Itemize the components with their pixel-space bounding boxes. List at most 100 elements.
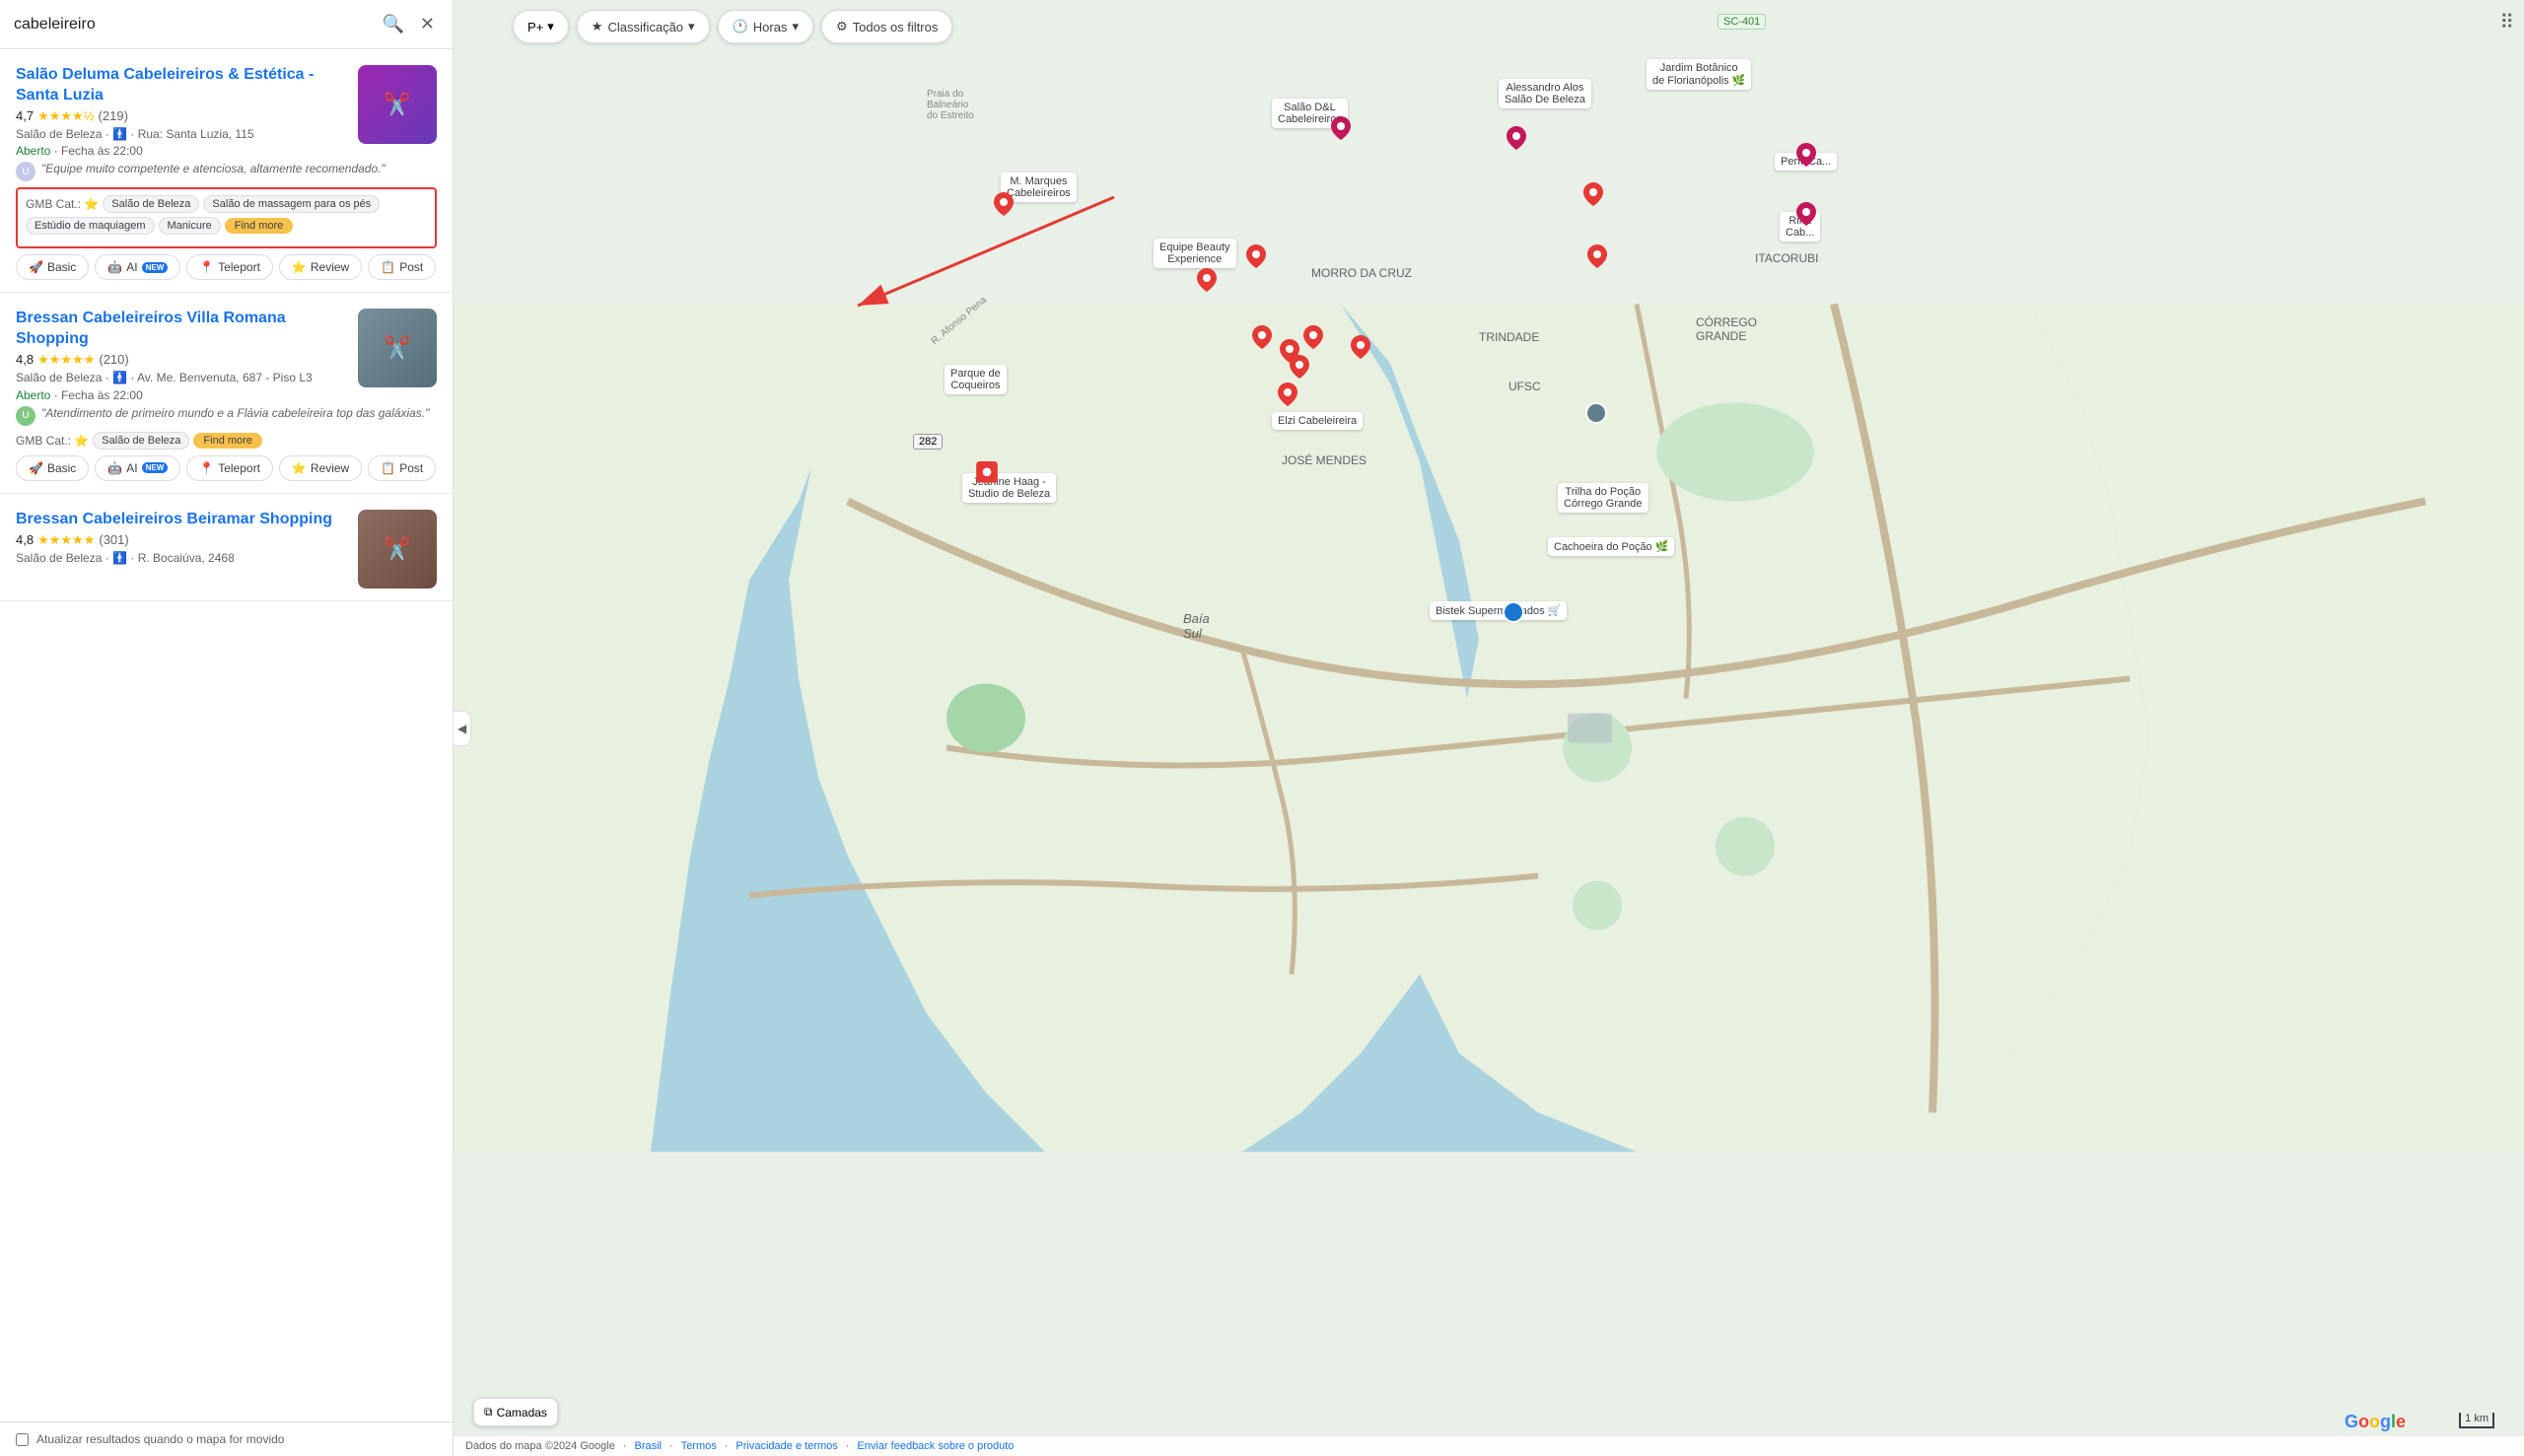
map-pin-center4[interactable] <box>1303 325 1323 349</box>
rating-count-1: (219) <box>99 108 128 123</box>
ai-btn-1[interactable]: 🤖AINEW <box>95 254 180 280</box>
result-card-bressan-villa[interactable]: Bressan Cabeleireiros Villa Romana Shopp… <box>0 293 453 493</box>
map-pin-center6[interactable] <box>1351 335 1370 359</box>
routing-options-button[interactable]: P+ ▾ <box>513 10 569 43</box>
card-meta-3: Salão de Beleza · 🚹 · R. Bocaiúva, 2468 <box>16 550 348 567</box>
map-pin-center5[interactable] <box>1290 355 1309 379</box>
result-card-salao-deluma[interactable]: Salão Deluma Cabeleireiros & Estética - … <box>0 49 453 293</box>
scale-bar: 1 km <box>2459 1413 2494 1428</box>
map-footer: Dados do mapa ©2024 Google · Brasil · Te… <box>454 1436 2524 1456</box>
map-pin-ufsc[interactable] <box>1585 402 1607 424</box>
update-results-label: Atualizar resultados quando o mapa for m… <box>36 1432 284 1446</box>
map-pin-perfil[interactable] <box>1796 143 1816 167</box>
map-pin-mid1[interactable] <box>1583 182 1603 206</box>
ai-btn-2[interactable]: 🤖AINEW <box>95 455 180 481</box>
find-more-button-1[interactable]: Find more <box>225 218 294 234</box>
tag-badge-1-2: Estúdio de maquiagem <box>26 217 155 235</box>
map-pin-jeanine[interactable] <box>976 461 998 487</box>
layers-icon: ⧉ <box>484 1405 493 1420</box>
map-svg <box>454 0 2524 1456</box>
update-results-checkbox[interactable] <box>16 1433 29 1446</box>
map-area: ◀ P+ ▾ <box>454 0 2524 1456</box>
review-btn-2[interactable]: ⭐Review <box>279 455 362 481</box>
rating-count-2: (210) <box>99 352 128 367</box>
card-title-2: Bressan Cabeleireiros Villa Romana Shopp… <box>16 309 348 350</box>
card-thumb-2: ✂️ <box>358 309 437 387</box>
routing-icon: P+ <box>527 20 543 35</box>
result-card-bressan-beiramar[interactable]: Bressan Cabeleireiros Beiramar Shopping … <box>0 494 453 601</box>
clock-icon: 🕐 <box>733 19 748 35</box>
footer-checkbox-bar: Atualizar resultados quando o mapa for m… <box>0 1421 453 1456</box>
card-status-2: Aberto · Fecha às 22:00 <box>16 388 348 402</box>
card-title-1: Salão Deluma Cabeleireiros & Estética - … <box>16 65 348 106</box>
card-rating-2: 4,8 ★★★★★ (210) <box>16 352 348 368</box>
stars-2: ★★★★★ <box>37 352 95 368</box>
card-status-1: Aberto · Fecha às 22:00 <box>16 144 348 158</box>
card-meta-2: Salão de Beleza · 🚹 · Av. Me. Benvenuta,… <box>16 370 348 386</box>
tag-badge-1-1: Salão de massagem para os pés <box>203 195 380 213</box>
clear-search-button[interactable]: ✕ <box>416 10 439 38</box>
map-pin-bistek[interactable] <box>1503 601 1524 623</box>
post-btn-1[interactable]: 📋Post <box>368 254 436 280</box>
map-pin-marques[interactable] <box>994 192 1014 216</box>
results-list: Salão Deluma Cabeleireiros & Estética - … <box>0 49 453 1421</box>
card-rating-1: 4,7 ★★★★½ (219) <box>16 108 348 124</box>
gmb-tags-2: GMB Cat.: ⭐ Salão de Beleza Find more <box>16 432 437 450</box>
highlight-box-1: GMB Cat.: ⭐ Salão de Beleza Salão de mas… <box>16 187 437 248</box>
action-buttons-2: 🚀Basic 🤖AINEW 📍Teleport ⭐Review 📋Post <box>16 455 437 481</box>
footer-separator-4: · <box>846 1440 850 1452</box>
map-pin-alessandro[interactable] <box>1507 126 1526 150</box>
layers-button[interactable]: ⧉ Camadas <box>473 1398 558 1426</box>
map-pin-elzi[interactable] <box>1278 382 1297 406</box>
search-input[interactable] <box>14 16 370 34</box>
tag-badge-1-0: Salão de Beleza <box>103 195 199 213</box>
tag-badge-2-0: Salão de Beleza <box>93 432 189 450</box>
post-btn-2[interactable]: 📋Post <box>368 455 436 481</box>
map-pin-equipe-beauty[interactable] <box>1197 268 1217 292</box>
rating-value-1: 4,7 <box>16 108 34 123</box>
review-btn-1[interactable]: ⭐Review <box>279 254 362 280</box>
teleport-btn-2[interactable]: 📍Teleport <box>186 455 273 481</box>
gmb-tags-1: GMB Cat.: ⭐ Salão de Beleza Salão de mas… <box>26 195 427 235</box>
reviewer-avatar-1: U <box>16 162 35 181</box>
footer-brazil-link[interactable]: Brasil <box>635 1440 663 1452</box>
card-info-3: Bressan Cabeleireiros Beiramar Shopping … <box>16 510 348 589</box>
horas-chevron: ▾ <box>792 19 799 35</box>
footer-terms-link[interactable]: Termos <box>681 1440 717 1452</box>
card-info-1: Salão Deluma Cabeleireiros & Estética - … <box>16 65 348 162</box>
routing-dropdown-icon: ▾ <box>547 19 554 35</box>
apps-grid-icon[interactable]: ⠿ <box>2499 10 2514 35</box>
rating-value-3: 4,8 <box>16 532 34 547</box>
map-toolbar: P+ ▾ ★ Classificação ▾ 🕐 Horas ▾ ⚙ Todos… <box>513 10 2465 43</box>
search-button[interactable]: 🔍 <box>378 10 407 38</box>
search-bar: 🔍 ✕ <box>0 0 453 49</box>
map-pin-mid2[interactable] <box>1587 244 1607 268</box>
map-pin-rina[interactable] <box>1796 202 1816 226</box>
stars-3: ★★★★★ <box>37 532 95 548</box>
todos-filtros-button[interactable]: ⚙ Todos os filtros <box>821 10 952 43</box>
card-review-2: U "Atendimento de primeiro mundo e a Flá… <box>16 406 437 426</box>
rating-count-3: (301) <box>99 532 128 547</box>
horas-filter[interactable]: 🕐 Horas ▾ <box>718 10 813 43</box>
map-pin-center2[interactable] <box>1252 325 1272 349</box>
rating-value-2: 4,8 <box>16 352 34 367</box>
card-review-1: U "Equipe muito competente e atenciosa, … <box>16 162 437 181</box>
card-thumb-1: ✂️ <box>358 65 437 144</box>
star-icon: ★ <box>592 19 603 35</box>
footer-separator-1: · <box>623 1440 627 1452</box>
sliders-icon: ⚙ <box>836 19 848 35</box>
map-pin-salao-dl[interactable] <box>1331 116 1351 140</box>
left-panel: 🔍 ✕ Salão Deluma Cabeleireiros & Estétic… <box>0 0 454 1456</box>
google-logo: Google <box>2345 1412 2406 1432</box>
basic-btn-2[interactable]: 🚀Basic <box>16 455 89 481</box>
footer-feedback-link[interactable]: Enviar feedback sobre o produto <box>857 1440 1014 1452</box>
footer-privacy-link[interactable]: Privacidade e termos <box>736 1440 837 1452</box>
card-meta-1: Salão de Beleza · 🚹 · Rua: Santa Luzia, … <box>16 126 348 143</box>
classificacao-filter[interactable]: ★ Classificação ▾ <box>577 10 710 43</box>
find-more-button-2[interactable]: Find more <box>193 433 262 449</box>
basic-btn-1[interactable]: 🚀Basic <box>16 254 89 280</box>
collapse-panel-button[interactable]: ◀ <box>454 711 471 746</box>
map-pin-center1[interactable] <box>1246 244 1266 268</box>
tag-badge-1-3: Manicure <box>159 217 221 235</box>
teleport-btn-1[interactable]: 📍Teleport <box>186 254 273 280</box>
